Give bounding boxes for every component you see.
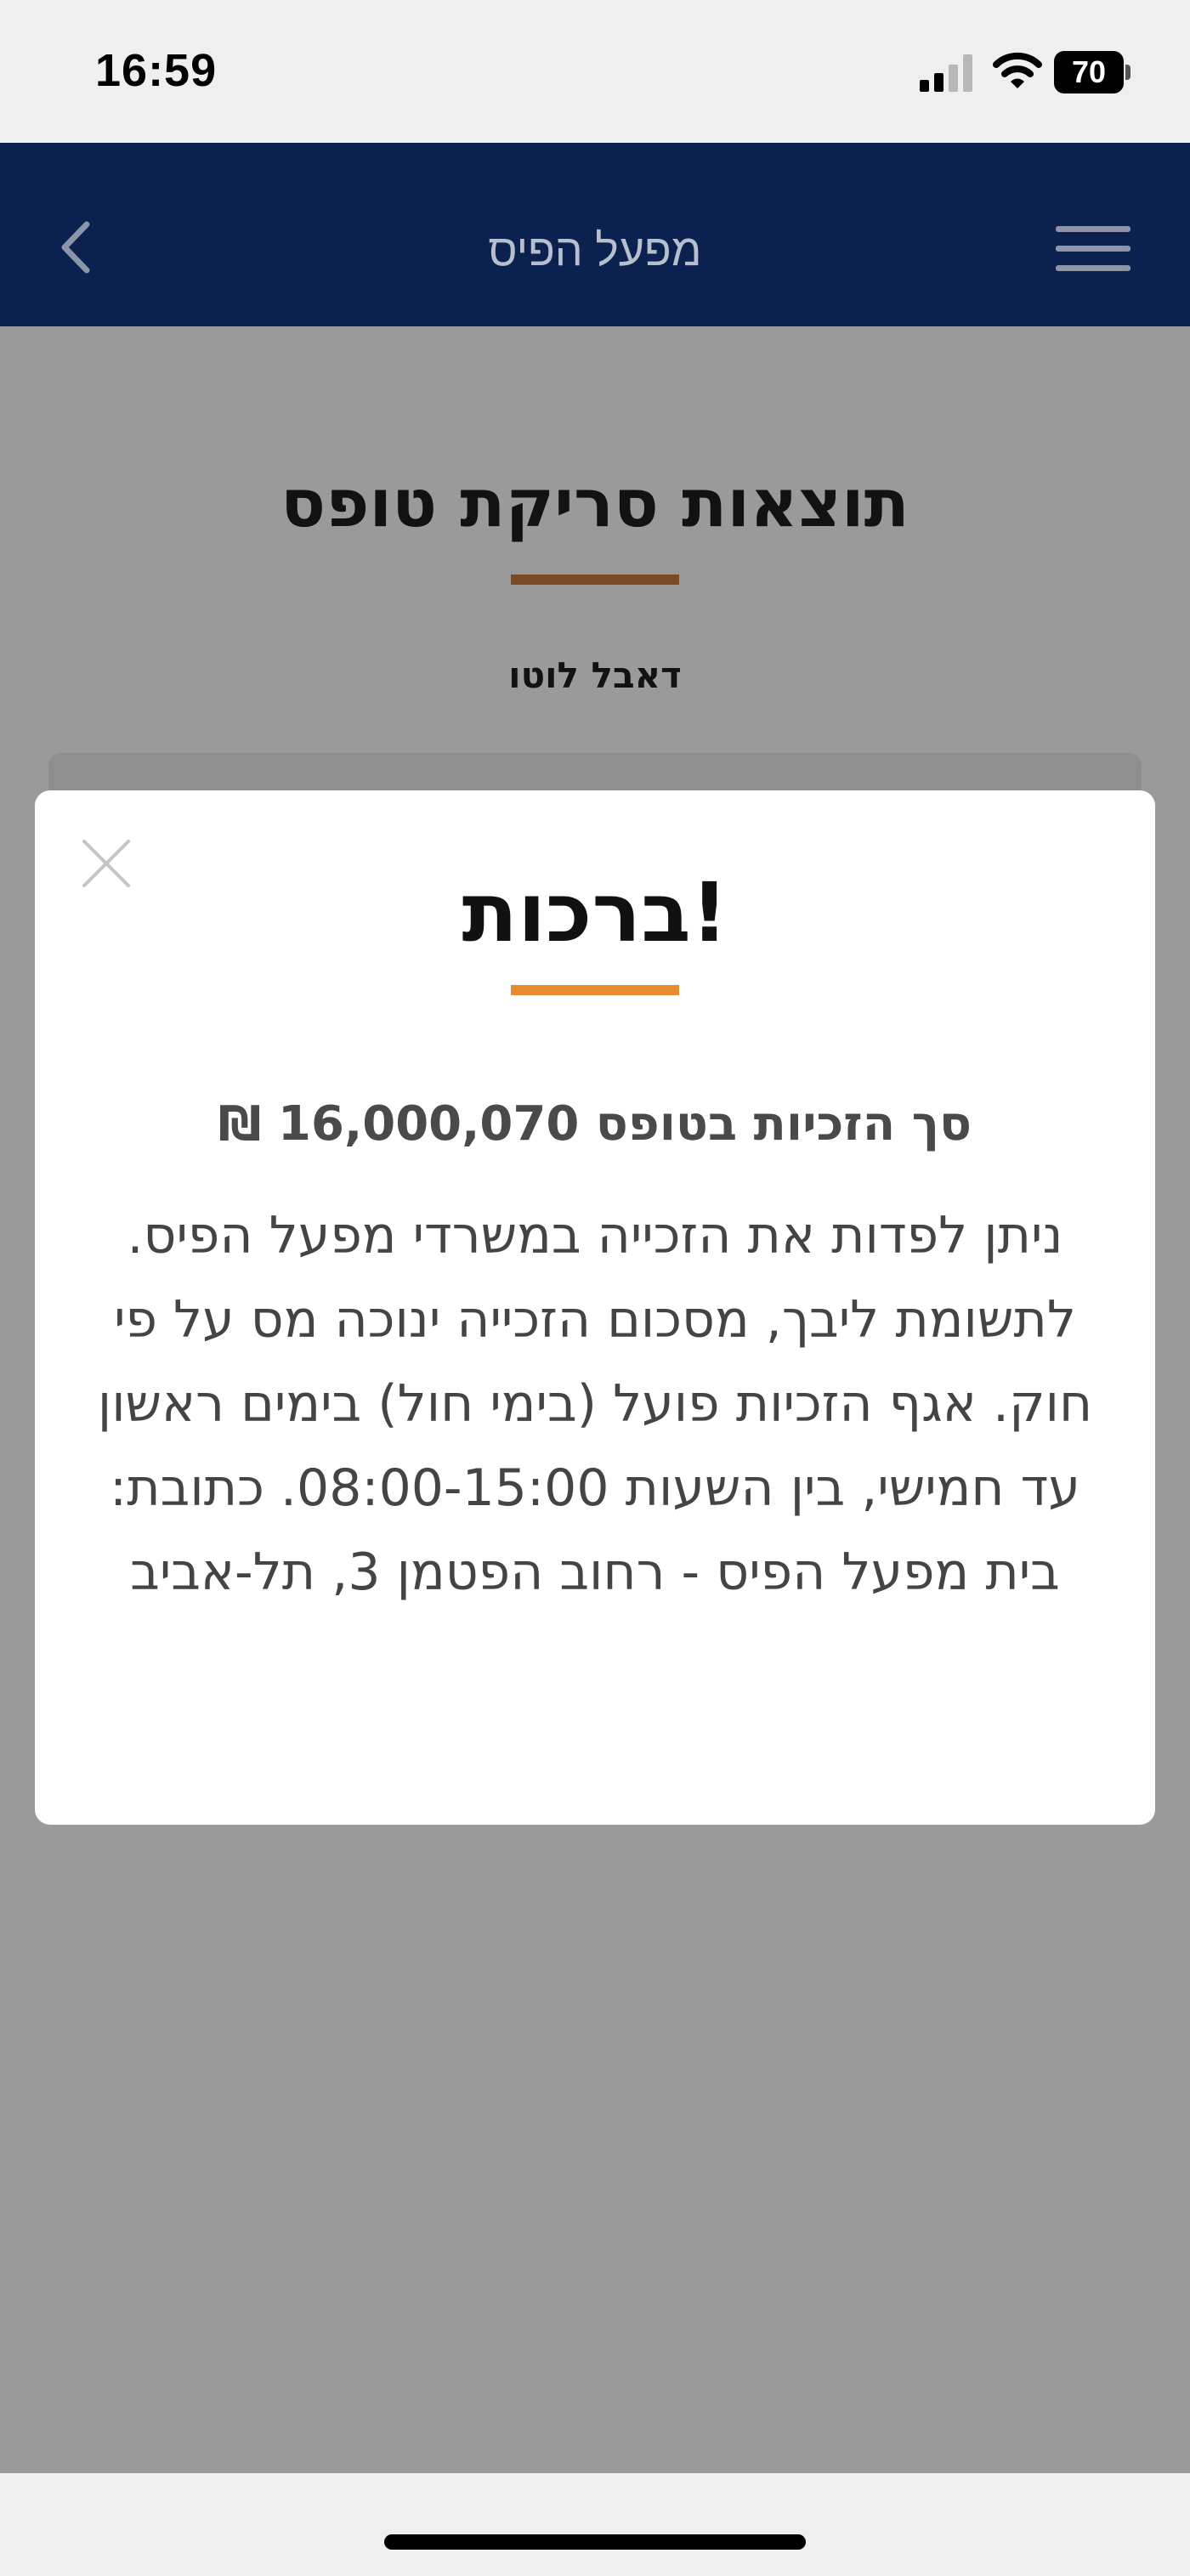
close-icon[interactable]	[79, 836, 133, 891]
wifi-icon	[993, 52, 1042, 88]
home-indicator[interactable]	[384, 2534, 806, 2550]
game-name: דאבל לוטו	[508, 654, 682, 696]
status-time: 16:59	[95, 45, 218, 96]
status-bar: 16:59 70	[0, 0, 1190, 143]
bottom-bar	[0, 2473, 1190, 2576]
modal-title: ברכות!	[462, 865, 728, 960]
battery-icon: 70	[1054, 51, 1130, 93]
battery-level: 70	[1071, 54, 1107, 89]
total-winnings: סך הזכיות בטופס 16,000,070 ₪	[218, 1096, 972, 1152]
hamburger-menu-icon[interactable]	[1056, 223, 1130, 274]
signal-icon	[920, 53, 972, 92]
modal-message: ניתן לפדות את הזכייה במשרדי מפעל הפיס. ל…	[97, 1206, 1093, 1602]
nav-title: מפעל הפיס	[488, 226, 702, 275]
chevron-left-icon[interactable]	[56, 218, 95, 277]
page-title-underline	[511, 575, 679, 585]
page-title: תוצאות סריקת טופס	[280, 466, 910, 542]
modal-title-underline	[511, 985, 679, 995]
